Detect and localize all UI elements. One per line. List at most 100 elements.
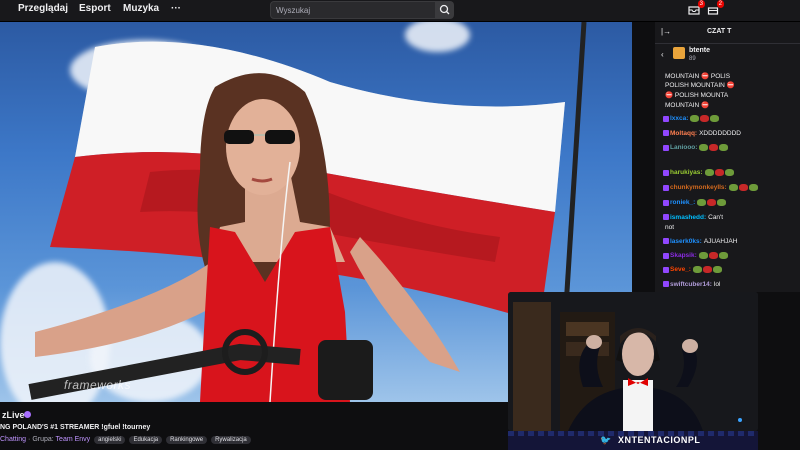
nav-esport[interactable]: Esport [79,3,111,14]
emote-icon [697,199,707,206]
chat-badge-icon [663,199,669,206]
emote-icon [700,115,710,122]
chat-message: POLISH MOUNTAIN ⛔ [663,81,800,89]
tag-education[interactable]: Edukacja [129,436,163,444]
chat-text: not [665,224,675,231]
chat-message: not [663,224,800,231]
inbox-button[interactable]: 3 [688,0,705,15]
chat-username[interactable]: roniek_: [670,199,695,206]
emote-icon [690,115,700,122]
chat-message: Seve_: [663,266,800,273]
chevron-left-icon[interactable]: ‹ [661,50,664,59]
gift-username[interactable]: btente [689,47,710,54]
collapse-chat-button[interactable]: |→ [661,27,671,36]
chat-username[interactable]: Seve_: [670,266,691,273]
stream-title: NG POLAND'S #1 STREAMER !gfuel !tourney [0,424,151,431]
gift-icon [673,47,685,59]
emote-icon [702,266,712,273]
chat-badge-icon [663,169,669,176]
prime-button[interactable]: 2 [707,0,724,15]
chat-message: laserk0ks: AJUAHJAH [663,238,800,245]
chat-text: MOUNTAIN ⛔ [665,102,710,109]
chat-message: roniek_: [663,199,800,206]
chat-badge-icon [663,130,669,137]
chat-badge-icon [663,281,669,288]
emote-icon [719,144,729,151]
chat-text: lol [713,281,721,288]
stream-meta: Chatting · Grupa: Team Envy angielski Ed… [0,436,251,444]
chat-message: swiftcuber14: lol [663,281,800,288]
chat-text: AJUAHJAH [703,238,738,245]
chat-title: CZAT T [707,28,732,35]
emote-icon [748,184,758,191]
tag-competition[interactable]: Rywalizacja [211,436,251,444]
chat-badge-icon [663,184,669,191]
gift-leaderboard: ‹ btente 89 [655,44,800,66]
chat-text: Can't [708,214,724,221]
chat-text: ⛔ POLISH MOUNTA [665,92,729,99]
chat-text: XDDDDDDDD [699,130,741,137]
chat-message: Moltaqq: XDDDDDDDD [663,130,800,137]
channel-name[interactable]: zLive [2,410,25,420]
nav-browse[interactable]: Przeglądaj [18,3,68,14]
emote-icon [709,144,719,151]
chat-message: harukiyas: [663,169,800,176]
emote-icon [724,169,734,176]
chat-message: Laniooo: [663,144,800,151]
chat-username[interactable]: ismashedd: [670,214,706,221]
chat-message: ⛔ POLISH MOUNTA [663,91,800,99]
prime-count-badge: 2 [716,0,724,8]
team-link[interactable]: Team Envy [56,436,91,443]
chat-username[interactable]: chunkymonkeyIIs: [670,184,727,191]
chat-username[interactable]: Skapsik: [670,252,697,259]
chat-text: MOUNTAIN ⛔ POLIS [665,73,731,80]
chat-badge-icon [663,214,669,221]
emote-icon [717,199,727,206]
chat-message: MOUNTAIN ⛔ POLIS [663,72,800,80]
chat-message [663,155,800,162]
emote-icon [699,144,709,151]
chat-message: MOUNTAIN ⛔ [663,101,800,109]
gift-count: 89 [689,56,696,62]
chat-badge-icon [663,115,669,122]
tag-ranked[interactable]: Rankingowe [166,436,208,444]
search-icon [439,4,450,15]
more-menu-button[interactable]: ··· [171,3,181,14]
emote-icon [698,252,708,259]
chat-badge-icon [663,238,669,245]
chat-badge-icon [663,266,669,273]
emote-icon [708,252,718,259]
chat-username[interactable]: lxxca: [670,115,688,122]
chat-header: |→ CZAT T [655,22,800,44]
search-button[interactable] [436,1,454,19]
frameworks-watermark: frameworks [64,378,132,392]
twitter-icon: 🐦 [600,435,612,445]
emote-icon [707,199,717,206]
nav-music[interactable]: Muzyka [123,3,159,14]
chat-message: lxxca: [663,115,800,122]
chat-username[interactable]: harukiyas: [670,169,703,176]
chat-username[interactable]: swiftcuber14: [670,281,712,288]
category-link[interactable]: Chatting [0,436,26,443]
chat-badge-icon [663,144,669,151]
emote-icon [704,169,714,176]
emote-icon [714,169,724,176]
chat-username[interactable]: Moltaqq: [670,130,697,137]
verified-icon [24,411,31,418]
chat-username[interactable]: Laniooo: [670,144,697,151]
emote-icon [712,266,722,273]
chat-message: Skapsik: [663,252,800,259]
webcam-handle-bar: 🐦 XNTENTACIONPL [508,431,758,450]
chat-panel: |→ CZAT T ‹ btente 89 MOUNTAIN ⛔ POLIS PO… [655,22,800,292]
emote-icon [728,184,738,191]
group-label: Grupa: [32,436,54,443]
tag-english[interactable]: angielski [94,436,126,444]
search-input[interactable]: Wyszukaj [270,1,436,19]
chat-message: chunkymonkeyIIs: [663,184,800,191]
chat-username[interactable]: laserk0ks: [670,238,702,245]
webcam-feed [508,292,758,431]
chat-text: POLISH MOUNTAIN ⛔ [665,82,735,89]
webcam-overlay [508,292,758,431]
emote-icon [692,266,702,273]
emote-icon [718,252,728,259]
